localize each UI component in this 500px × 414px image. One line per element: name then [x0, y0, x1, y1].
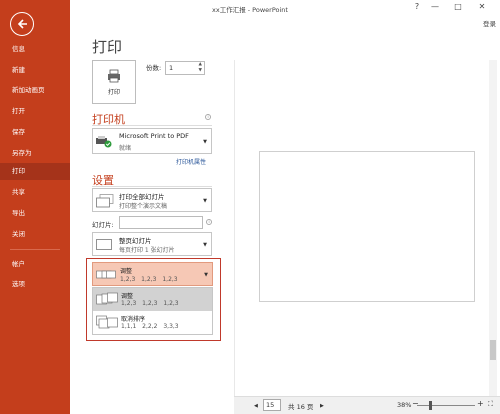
sidebar-item-save-as[interactable]: 另存为 — [0, 145, 70, 162]
previous-page-icon[interactable]: ◀ — [254, 403, 258, 409]
sidebar-divider — [10, 249, 60, 250]
back-arrow-icon[interactable] — [10, 12, 34, 36]
sidebar-item-close[interactable]: 关闭 — [0, 226, 70, 243]
sidebar-item-share[interactable]: 共享 — [0, 184, 70, 201]
copies-label: 份数: — [146, 64, 162, 72]
page-number-input[interactable]: 15 — [263, 399, 281, 411]
window-title: xx工作汇报 - PowerPoint — [212, 6, 288, 14]
print-button-label: 打印 — [107, 89, 120, 96]
print-range-dropdown[interactable]: 打印全部幻灯片 打印整个演示文稿 ▼ — [92, 188, 212, 212]
chevron-down-icon: ▼ — [203, 198, 207, 204]
chevron-down-icon: ▼ — [203, 139, 207, 145]
zoom-level: 38% — [397, 401, 412, 409]
sidebar-item-new-animation-page[interactable]: 新加动画页 — [0, 82, 70, 99]
print-range-description: 打印整个演示文稿 — [119, 203, 168, 210]
spin-arrows-icon[interactable]: ▲ ▼ — [199, 62, 202, 74]
full-page-slide-icon — [96, 239, 112, 250]
info-icon[interactable]: i — [206, 219, 212, 225]
close-button[interactable]: ✕ — [475, 2, 489, 11]
printer-ready-icon — [96, 136, 112, 148]
zoom-slider-thumb[interactable] — [429, 401, 432, 410]
sidebar-item-new[interactable]: 新建 — [0, 62, 70, 79]
info-icon[interactable]: i — [205, 114, 211, 120]
zoom-in-icon[interactable]: + — [477, 399, 484, 408]
backstage-sidebar: 信息 新建 新加动画页 打开 保存 另存为 打印 共享 导出 关闭 帐户 选项 — [0, 0, 70, 414]
sidebar-item-save[interactable]: 保存 — [0, 124, 70, 141]
slides-label: 幻灯片: — [92, 221, 114, 229]
highlight-frame — [86, 258, 221, 341]
section-divider — [92, 125, 212, 126]
sidebar-item-account[interactable]: 帐户 — [0, 256, 70, 273]
printer-icon — [108, 69, 120, 83]
print-range-label: 打印全部幻灯片 — [119, 193, 165, 201]
page-total: 共 16 页 — [288, 403, 314, 411]
zoom-slider[interactable] — [417, 405, 475, 406]
copies-value: 1 — [169, 64, 174, 72]
layout-description: 每页打印 1 张幻灯片 — [119, 247, 175, 254]
section-divider — [92, 186, 212, 187]
all-slides-icon — [96, 194, 114, 208]
sidebar-item-info[interactable]: 信息 — [0, 41, 70, 58]
restore-button[interactable]: □ — [451, 2, 465, 11]
print-button[interactable]: 打印 — [92, 60, 136, 104]
zoom-out-icon[interactable]: − — [412, 399, 419, 408]
fit-to-window-icon[interactable]: ⛶ — [488, 400, 493, 409]
slide-preview — [259, 151, 475, 302]
login-link[interactable]: 登录 — [483, 18, 496, 28]
printer-dropdown[interactable]: Microsoft Print to PDF 就绪 ▼ — [92, 128, 212, 154]
printer-status: 就绪 — [119, 145, 132, 152]
page-title: 打印 — [92, 38, 123, 56]
next-page-icon[interactable]: ▶ — [320, 403, 324, 409]
chevron-down-icon: ▼ — [203, 242, 207, 248]
copies-stepper[interactable]: 1 ▲ ▼ — [165, 61, 205, 75]
printer-name: Microsoft Print to PDF — [119, 132, 189, 140]
minimize-button[interactable]: — — [428, 2, 442, 11]
layout-dropdown[interactable]: 整页幻灯片 每页打印 1 张幻灯片 ▼ — [92, 232, 212, 256]
sidebar-item-print[interactable]: 打印 — [0, 163, 70, 180]
layout-label: 整页幻灯片 — [119, 237, 152, 245]
sidebar-item-options[interactable]: 选项 — [0, 276, 70, 293]
sidebar-item-open[interactable]: 打开 — [0, 103, 70, 120]
slides-input[interactable] — [119, 216, 203, 229]
sidebar-item-export[interactable]: 导出 — [0, 205, 70, 222]
scrollbar-thumb[interactable] — [490, 340, 496, 360]
help-button[interactable]: ? — [410, 2, 424, 11]
printer-properties-link[interactable]: 打印机属性 — [176, 157, 206, 166]
